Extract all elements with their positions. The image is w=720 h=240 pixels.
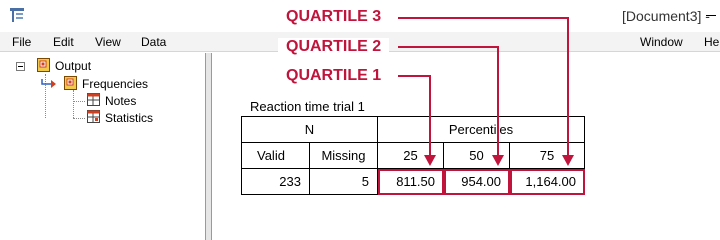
callout-quartile-1: QUARTILE 1: [278, 67, 390, 85]
tree-item-notes[interactable]: Notes: [86, 92, 137, 109]
tree-item-output[interactable]: Output: [36, 57, 92, 76]
menu-data[interactable]: Data: [141, 35, 166, 49]
cell-p75: 1,164.00: [509, 168, 585, 195]
col-missing: Missing: [309, 142, 378, 169]
col-valid: Valid: [241, 142, 310, 169]
table-row: 233 5 811.50 954.00 1,164.00: [241, 168, 585, 195]
document-title: [Document3] -: [622, 8, 710, 24]
cell-p25: 811.50: [377, 168, 444, 195]
cell-p50: 954.00: [443, 168, 510, 195]
collapse-toggle-icon[interactable]: [16, 62, 25, 71]
menu-help[interactable]: He: [704, 35, 719, 49]
table-title: Reaction time trial 1: [250, 99, 365, 114]
tree-label: Statistics: [105, 111, 154, 125]
table-subheader-row: Valid Missing 25 50 75: [241, 142, 585, 169]
tree-label: Output: [55, 59, 92, 73]
callout-quartile-3: QUARTILE 3: [278, 8, 390, 26]
tree-label: Notes: [105, 94, 137, 108]
header-percentiles: Percentiles: [377, 116, 585, 143]
app-icon: [8, 6, 26, 24]
table-header-row: N Percentiles: [241, 116, 585, 143]
menu-window[interactable]: Window: [640, 35, 683, 49]
callout-quartile-2: QUARTILE 2: [278, 38, 390, 56]
tree-item-frequencies[interactable]: Frequencies: [41, 75, 149, 94]
pane-splitter[interactable]: [205, 53, 212, 240]
output-log-icon: [36, 57, 52, 76]
col-p75: 75: [509, 142, 585, 169]
tree-item-statistics[interactable]: Statistics: [86, 109, 154, 128]
menu-edit[interactable]: Edit: [53, 35, 74, 49]
tree-connector: [73, 101, 85, 102]
col-p25: 25: [377, 142, 444, 169]
tree-connector: [73, 90, 74, 118]
output-log-icon: [63, 75, 79, 94]
tree-connector: [73, 118, 85, 119]
menu-file[interactable]: File: [12, 35, 31, 49]
cell-missing: 5: [309, 168, 378, 195]
statistics-table-icon: [86, 109, 102, 128]
minimize-icon[interactable]: [702, 6, 720, 24]
statistics-table: N Percentiles Valid Missing 25 50 75 233…: [241, 116, 585, 195]
header-n: N: [241, 116, 378, 143]
cell-valid: 233: [241, 168, 310, 195]
col-p50: 50: [443, 142, 510, 169]
arrow-right-icon: [41, 75, 63, 94]
menu-view[interactable]: View: [95, 35, 121, 49]
tree-label: Frequencies: [82, 77, 149, 91]
